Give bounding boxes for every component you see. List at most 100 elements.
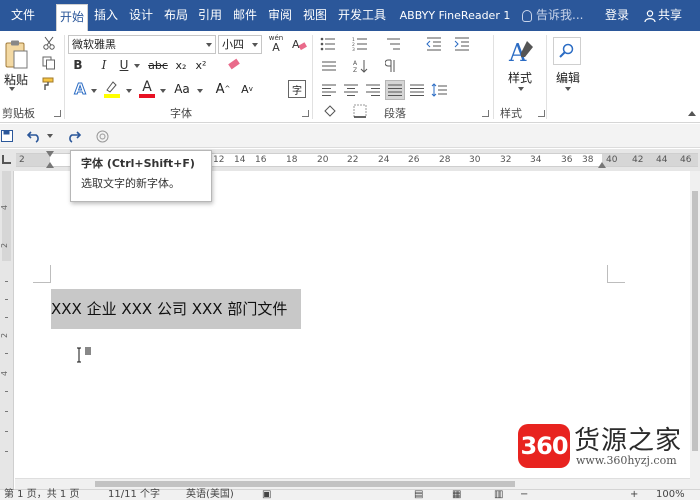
cut-button[interactable] (40, 34, 58, 52)
font-name-combo[interactable]: 微软雅黑 (68, 35, 216, 54)
styles-icon: A (508, 39, 533, 67)
redo-button[interactable] (64, 128, 84, 144)
undo-button[interactable] (24, 128, 44, 144)
web-layout-icon[interactable]: ▥ (494, 489, 503, 500)
underline-dropdown-icon[interactable] (134, 64, 140, 68)
decrease-indent-button[interactable] (424, 35, 444, 53)
editing-button[interactable] (553, 37, 581, 65)
undo-dropdown-icon[interactable] (47, 134, 53, 138)
login-button[interactable]: 登录 (605, 0, 629, 31)
tab-design[interactable]: 设计 (125, 0, 157, 31)
zoom-level[interactable]: 100% (656, 489, 685, 500)
font-color-button[interactable]: A (137, 79, 157, 99)
styles-launcher-icon[interactable] (538, 110, 545, 117)
bold-button[interactable]: B (70, 56, 86, 74)
status-bar: 第 1 页，共 1 页 11/11 个字 英语(美国) ▣ ▤ ▦ ▥ − + … (0, 489, 700, 500)
tab-abbyy[interactable]: ABBYY FineReader 1 (393, 0, 517, 31)
tab-review[interactable]: 审阅 (264, 0, 296, 31)
styles-dropdown-icon[interactable] (518, 87, 524, 91)
tab-home[interactable]: 开始 (56, 4, 88, 31)
effects-dropdown-icon[interactable] (91, 89, 97, 93)
subscript-button[interactable]: x₂ (172, 56, 190, 74)
font-color-dropdown-icon[interactable] (160, 89, 166, 93)
borders-button[interactable] (350, 103, 370, 119)
collapse-ribbon-icon[interactable] (688, 111, 696, 116)
tab-selector-icon[interactable] (2, 155, 11, 164)
increase-indent-button[interactable] (452, 35, 472, 53)
multilevel-list-button[interactable] (382, 35, 404, 53)
bullets-button[interactable] (318, 35, 338, 53)
phonetic-guide-button[interactable]: wén A (266, 33, 286, 55)
touch-mode-button[interactable] (94, 128, 110, 144)
tab-view[interactable]: 视图 (299, 0, 331, 31)
align-center-button[interactable] (342, 81, 360, 99)
clipboard-group-label: 剪贴板 (2, 107, 35, 120)
editing-dropdown-icon[interactable] (565, 87, 571, 91)
tab-file[interactable]: 文件 (0, 0, 46, 31)
macro-record-icon[interactable]: ▣ (262, 489, 271, 500)
align-right-button[interactable] (364, 81, 382, 99)
language-indicator[interactable]: 英语(美国) (186, 489, 234, 500)
line-spacing-button[interactable] (428, 81, 450, 99)
tab-layout[interactable]: 布局 (160, 0, 192, 31)
char-border-button[interactable]: 字 (288, 80, 306, 98)
align-left-button[interactable] (320, 81, 338, 99)
highlight-dropdown-icon[interactable] (126, 89, 132, 93)
strikethrough-button[interactable]: abc (147, 56, 169, 74)
hanging-indent-marker[interactable] (46, 162, 54, 168)
font-launcher-icon[interactable] (302, 110, 309, 117)
right-indent-marker[interactable] (598, 162, 606, 168)
vruler-tick-label: 4 (0, 370, 10, 377)
text-effects-button[interactable]: A (72, 79, 88, 99)
italic-button[interactable]: I (96, 56, 112, 74)
format-painter-button[interactable] (40, 75, 58, 93)
numbering-button[interactable]: 123 (350, 35, 370, 53)
shrink-caret-icon: v (248, 85, 253, 93)
page-count[interactable]: 第 1 页，共 1 页 (4, 489, 79, 500)
horizontal-scrollbar[interactable] (15, 478, 690, 489)
superscript-button[interactable]: x² (192, 56, 210, 74)
zoom-out-button[interactable]: − (520, 489, 528, 500)
save-button[interactable] (0, 128, 14, 144)
font-size-combo[interactable]: 小四 (218, 35, 262, 54)
distributed-button[interactable] (408, 81, 426, 99)
vertical-scroll-thumb[interactable] (692, 191, 698, 451)
chevron-down-icon (206, 43, 212, 47)
document-text-selected[interactable]: XXX 企业 XXX 公司 XXX 部门文件 (51, 289, 302, 329)
tab-insert[interactable]: 插入 (90, 0, 122, 31)
distributed-icon (410, 84, 424, 96)
format-painter-icon (42, 77, 54, 90)
paste-dropdown-icon[interactable] (9, 87, 15, 91)
tab-mailings[interactable]: 邮件 (229, 0, 261, 31)
undo-icon (26, 131, 39, 143)
tab-references[interactable]: 引用 (194, 0, 226, 31)
shading-button[interactable] (320, 103, 340, 119)
tab-developer[interactable]: 开发工具 (334, 0, 390, 31)
first-line-indent-marker[interactable] (46, 151, 54, 157)
share-button[interactable]: 共享 (644, 0, 682, 31)
word-count[interactable]: 11/11 个字 (108, 489, 160, 500)
grow-font-button[interactable]: A ^ (214, 79, 232, 99)
paste-button[interactable] (2, 35, 32, 75)
paragraph-launcher-icon[interactable] (482, 110, 489, 117)
clear-formatting-button[interactable]: A (290, 35, 308, 53)
zoom-in-button[interactable]: + (630, 489, 638, 500)
copy-button[interactable] (40, 54, 58, 72)
underline-button[interactable]: U (116, 56, 132, 74)
justify-button[interactable] (385, 80, 405, 100)
tell-me-search[interactable]: 告诉我... (522, 0, 583, 31)
shrink-font-button[interactable]: Av (238, 79, 256, 99)
sort-button[interactable]: AZ (350, 57, 372, 75)
horizontal-scroll-thumb[interactable] (95, 481, 515, 487)
clipboard-launcher-icon[interactable] (54, 110, 61, 117)
case-dropdown-icon[interactable] (197, 89, 203, 93)
show-marks-button[interactable] (380, 57, 402, 75)
change-case-aa-button[interactable]: Aa (170, 79, 194, 99)
chinese-layout-button[interactable] (320, 57, 338, 75)
print-layout-icon[interactable]: ▦ (452, 489, 461, 500)
read-mode-icon[interactable]: ▤ (414, 489, 423, 500)
styles-button[interactable]: A (502, 35, 540, 69)
vruler-tick (5, 317, 8, 318)
change-case-button[interactable] (224, 56, 244, 74)
highlight-button[interactable] (101, 79, 123, 99)
